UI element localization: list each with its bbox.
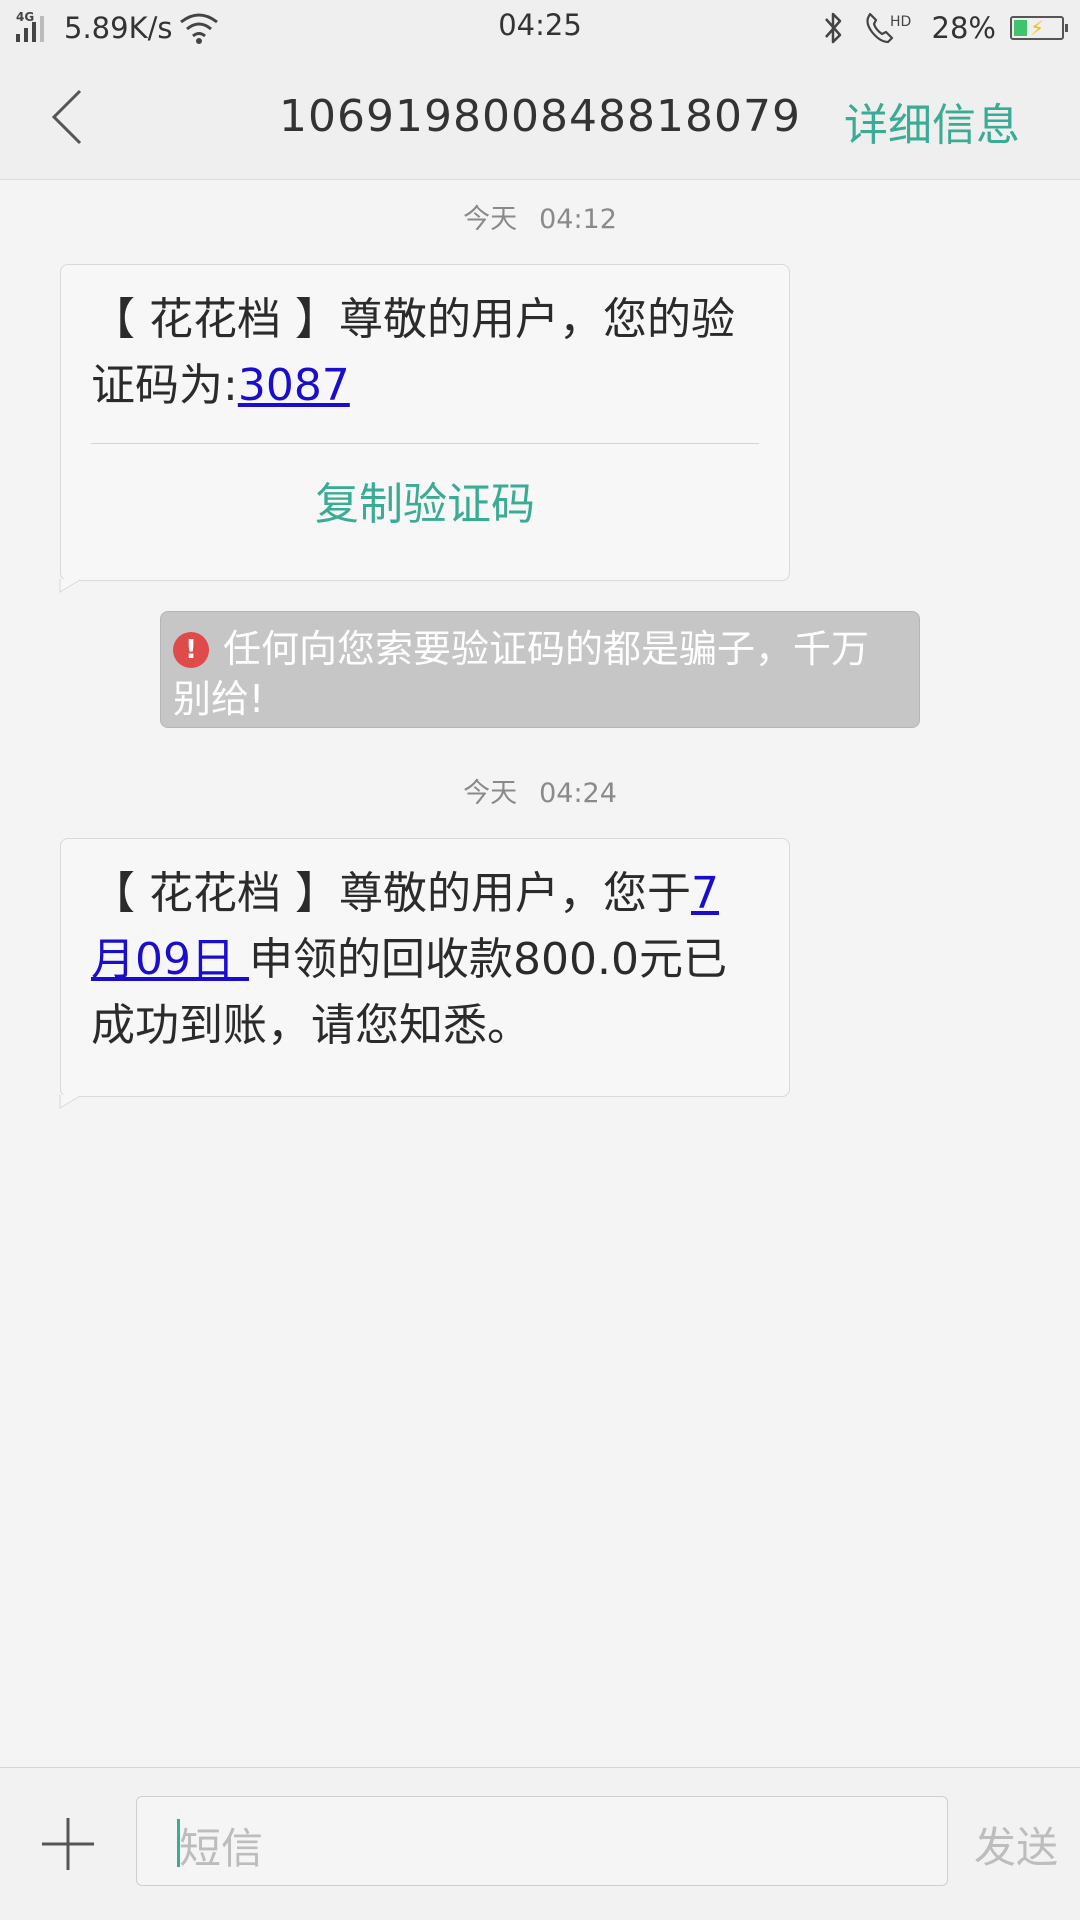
battery-fill (1014, 20, 1027, 36)
status-right: HD 28% ⚡ (820, 6, 1068, 50)
details-button[interactable]: 详细信息 (844, 89, 1020, 153)
send-button[interactable]: 发送 (974, 1814, 1058, 1875)
message-timestamp: 今天 04:12 (0, 197, 1080, 236)
verification-code-link[interactable]: 3087 (238, 360, 350, 411)
message-text: 【 花花档 】尊敬的用户，您的验证码为:3087 (61, 265, 789, 419)
message-timestamp: 今天 04:24 (0, 771, 1080, 810)
fraud-warning: ! 任何向您索要验证码的都是骗子，千万别给! (160, 611, 920, 728)
input-placeholder: 短信 (179, 1824, 264, 1873)
timestamp-date: 今天 (463, 778, 518, 809)
battery-icon: ⚡ (1010, 16, 1068, 40)
message-text: 【 花花档 】尊敬的用户，您于7月09日 申领的回收款800.0元已成功到账，请… (61, 839, 789, 1059)
conversation-header: 106919800848818079 详细信息 (0, 55, 1080, 180)
hd-call-icon: HD (865, 12, 911, 44)
copy-code-button[interactable]: 复制验证码 (61, 444, 789, 558)
message-body: 【 花花档 】尊敬的用户，您的验证码为: (91, 294, 735, 411)
plus-icon[interactable] (38, 1814, 98, 1874)
warning-text: 任何向您索要验证码的都是骗子，千万别给! (173, 627, 870, 721)
battery-percent: 28% (931, 11, 996, 45)
svg-text:HD: HD (890, 14, 911, 30)
message-input[interactable]: 短信 (136, 1796, 948, 1886)
message-bubble: 【 花花档 】尊敬的用户，您于7月09日 申领的回收款800.0元已成功到账，请… (60, 838, 790, 1097)
compose-bar: 短信 发送 (0, 1767, 1080, 1920)
bubble-tail (59, 579, 81, 593)
warning-icon: ! (173, 632, 209, 668)
message-bubble: 【 花花档 】尊敬的用户，您的验证码为:3087 复制验证码 (60, 264, 790, 581)
charging-icon: ⚡ (1030, 16, 1045, 40)
timestamp-date: 今天 (463, 204, 518, 235)
timestamp-time: 04:12 (539, 204, 617, 235)
status-bar: 4G 5.89K/s 04:25 HD 28% ⚡ (0, 0, 1080, 55)
message-body: 【 花花档 】尊敬的用户，您于 (91, 868, 691, 919)
bluetooth-icon (824, 12, 841, 44)
back-button[interactable] (40, 85, 96, 149)
sender-number: 106919800848818079 (279, 91, 801, 142)
bubble-tail (59, 1095, 81, 1109)
timestamp-time: 04:24 (539, 778, 617, 809)
